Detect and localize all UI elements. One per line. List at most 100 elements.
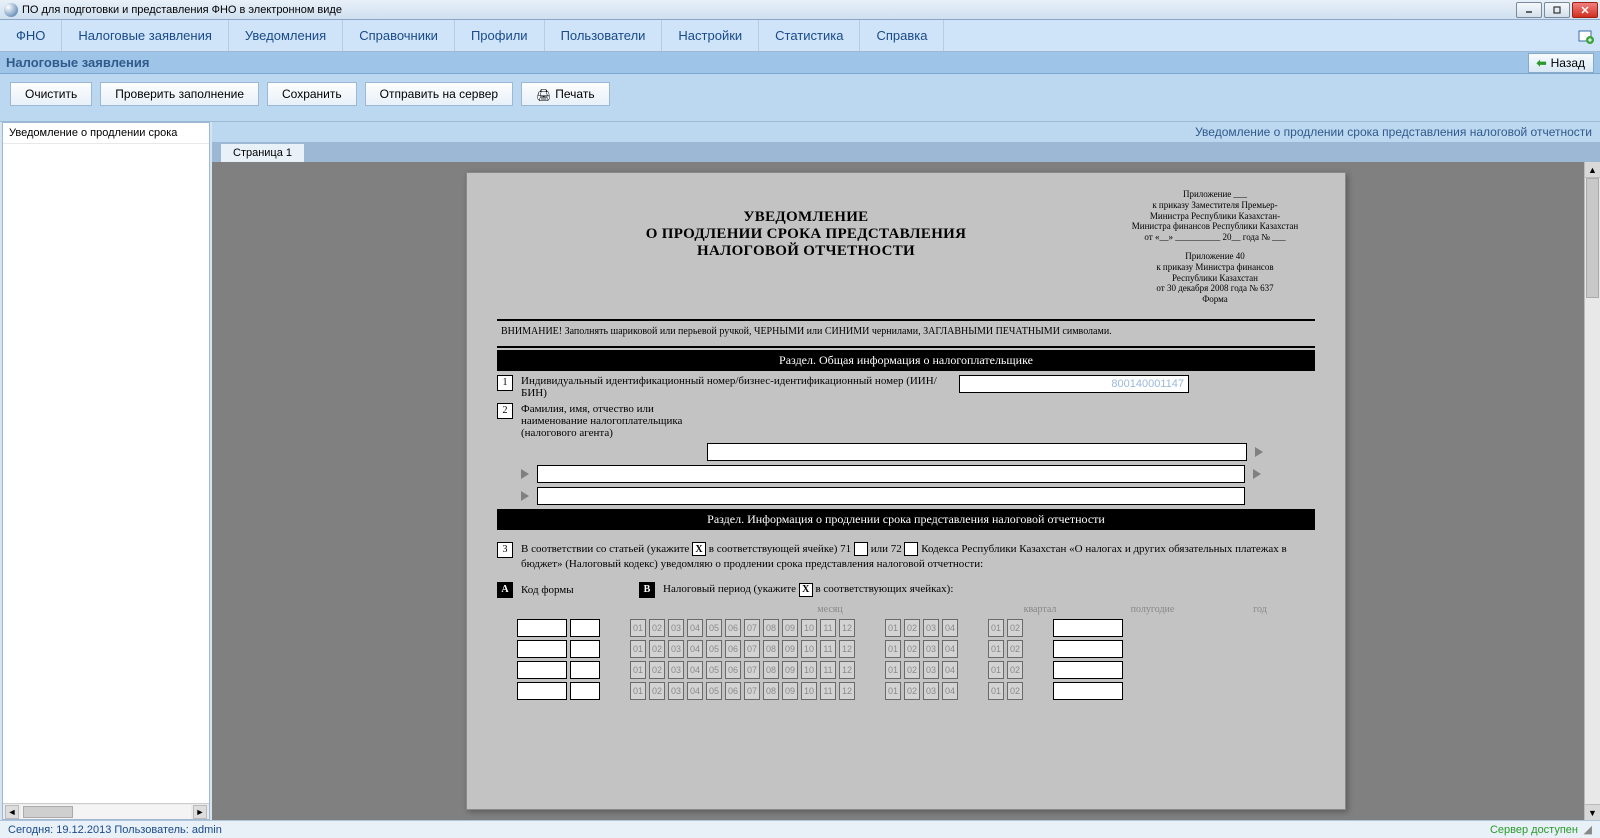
menu-help[interactable]: Справка bbox=[860, 20, 944, 51]
month-cell[interactable]: 03 bbox=[668, 640, 684, 658]
quarter-cell[interactable]: 03 bbox=[923, 661, 939, 679]
half-cell[interactable]: 01 bbox=[988, 661, 1004, 679]
quarter-cell[interactable]: 04 bbox=[942, 619, 958, 637]
month-cell[interactable]: 09 bbox=[782, 661, 798, 679]
quarter-cell[interactable]: 02 bbox=[904, 640, 920, 658]
form-code-input[interactable] bbox=[517, 619, 567, 637]
check-button[interactable]: Проверить заполнение bbox=[100, 82, 259, 106]
year-input[interactable] bbox=[1053, 619, 1123, 637]
half-cell[interactable]: 02 bbox=[1007, 682, 1023, 700]
taxpayer-name-input-1[interactable] bbox=[707, 443, 1247, 461]
form-code-suffix-input[interactable] bbox=[570, 661, 600, 679]
clear-button[interactable]: Очистить bbox=[10, 82, 92, 106]
month-cell[interactable]: 10 bbox=[801, 661, 817, 679]
month-cell[interactable]: 11 bbox=[820, 661, 836, 679]
expand-icon[interactable] bbox=[521, 469, 529, 479]
month-cell[interactable]: 02 bbox=[649, 640, 665, 658]
month-cell[interactable]: 06 bbox=[725, 640, 741, 658]
quarter-cell[interactable]: 01 bbox=[885, 640, 901, 658]
month-cell[interactable]: 04 bbox=[687, 661, 703, 679]
quarter-cell[interactable]: 02 bbox=[904, 619, 920, 637]
resize-grip-icon[interactable]: ◢ bbox=[1578, 823, 1592, 836]
year-input[interactable] bbox=[1053, 682, 1123, 700]
month-cell[interactable]: 05 bbox=[706, 682, 722, 700]
tab-page1[interactable]: Страница 1 bbox=[220, 143, 305, 162]
tree-item-notification[interactable]: Уведомление о продлении срока bbox=[3, 123, 209, 144]
document-vscrollbar[interactable]: ▲ ▼ bbox=[1584, 162, 1600, 820]
save-button[interactable]: Сохранить bbox=[267, 82, 357, 106]
month-cell[interactable]: 02 bbox=[649, 661, 665, 679]
month-cell[interactable]: 04 bbox=[687, 619, 703, 637]
quarter-cell[interactable]: 03 bbox=[923, 619, 939, 637]
month-cell[interactable]: 01 bbox=[630, 640, 646, 658]
menu-settings[interactable]: Настройки bbox=[662, 20, 759, 51]
month-cell[interactable]: 05 bbox=[706, 640, 722, 658]
scroll-left-icon[interactable]: ◄ bbox=[5, 805, 19, 819]
month-cell[interactable]: 01 bbox=[630, 619, 646, 637]
month-cell[interactable]: 01 bbox=[630, 661, 646, 679]
month-cell[interactable]: 03 bbox=[668, 682, 684, 700]
month-cell[interactable]: 12 bbox=[839, 682, 855, 700]
expand-icon[interactable] bbox=[521, 491, 529, 501]
year-input[interactable] bbox=[1053, 661, 1123, 679]
form-code-suffix-input[interactable] bbox=[570, 682, 600, 700]
month-cell[interactable]: 05 bbox=[706, 619, 722, 637]
quarter-cell[interactable]: 02 bbox=[904, 682, 920, 700]
month-cell[interactable]: 03 bbox=[668, 661, 684, 679]
month-cell[interactable]: 08 bbox=[763, 661, 779, 679]
menu-tax-applications[interactable]: Налоговые заявления bbox=[62, 20, 229, 51]
month-cell[interactable]: 09 bbox=[782, 619, 798, 637]
half-cell[interactable]: 02 bbox=[1007, 661, 1023, 679]
menu-fno[interactable]: ФНО bbox=[0, 20, 62, 51]
half-cell[interactable]: 01 bbox=[988, 640, 1004, 658]
close-button[interactable] bbox=[1572, 2, 1598, 18]
month-cell[interactable]: 02 bbox=[649, 619, 665, 637]
form-code-input[interactable] bbox=[517, 682, 567, 700]
quarter-cell[interactable]: 03 bbox=[923, 640, 939, 658]
menu-notifications[interactable]: Уведомления bbox=[229, 20, 343, 51]
quarter-cell[interactable]: 01 bbox=[885, 682, 901, 700]
month-cell[interactable]: 10 bbox=[801, 682, 817, 700]
month-cell[interactable]: 06 bbox=[725, 619, 741, 637]
scroll-right-icon[interactable]: ► bbox=[193, 805, 207, 819]
tree-hscrollbar[interactable]: ◄ ► bbox=[3, 803, 209, 819]
month-cell[interactable]: 08 bbox=[763, 682, 779, 700]
half-cell[interactable]: 02 bbox=[1007, 619, 1023, 637]
month-cell[interactable]: 10 bbox=[801, 619, 817, 637]
new-window-icon[interactable] bbox=[1578, 20, 1600, 51]
month-cell[interactable]: 10 bbox=[801, 640, 817, 658]
month-cell[interactable]: 09 bbox=[782, 682, 798, 700]
menu-statistics[interactable]: Статистика bbox=[759, 20, 860, 51]
quarter-cell[interactable]: 01 bbox=[885, 619, 901, 637]
expand-icon[interactable] bbox=[1255, 447, 1263, 457]
year-input[interactable] bbox=[1053, 640, 1123, 658]
form-code-input[interactable] bbox=[517, 640, 567, 658]
month-cell[interactable]: 08 bbox=[763, 640, 779, 658]
month-cell[interactable]: 02 bbox=[649, 682, 665, 700]
scroll-up-icon[interactable]: ▲ bbox=[1585, 162, 1600, 178]
month-cell[interactable]: 04 bbox=[687, 682, 703, 700]
month-cell[interactable]: 11 bbox=[820, 640, 836, 658]
send-button[interactable]: Отправить на сервер bbox=[365, 82, 513, 106]
article-72-checkbox[interactable] bbox=[904, 542, 918, 556]
month-cell[interactable]: 07 bbox=[744, 640, 760, 658]
iin-bin-input[interactable] bbox=[959, 375, 1189, 393]
print-button[interactable]: 🖨Печать bbox=[521, 82, 610, 106]
back-button[interactable]: ⬅Назад bbox=[1528, 53, 1594, 73]
month-cell[interactable]: 06 bbox=[725, 661, 741, 679]
quarter-cell[interactable]: 01 bbox=[885, 661, 901, 679]
taxpayer-name-input-3[interactable] bbox=[537, 487, 1245, 505]
month-cell[interactable]: 11 bbox=[820, 619, 836, 637]
month-cell[interactable]: 03 bbox=[668, 619, 684, 637]
month-cell[interactable]: 07 bbox=[744, 661, 760, 679]
quarter-cell[interactable]: 04 bbox=[942, 682, 958, 700]
month-cell[interactable]: 08 bbox=[763, 619, 779, 637]
month-cell[interactable]: 01 bbox=[630, 682, 646, 700]
scroll-down-icon[interactable]: ▼ bbox=[1585, 804, 1600, 820]
article-71-checkbox[interactable] bbox=[854, 542, 868, 556]
form-code-suffix-input[interactable] bbox=[570, 619, 600, 637]
quarter-cell[interactable]: 04 bbox=[942, 661, 958, 679]
month-cell[interactable]: 07 bbox=[744, 682, 760, 700]
quarter-cell[interactable]: 02 bbox=[904, 661, 920, 679]
vscroll-thumb[interactable] bbox=[1586, 178, 1599, 298]
